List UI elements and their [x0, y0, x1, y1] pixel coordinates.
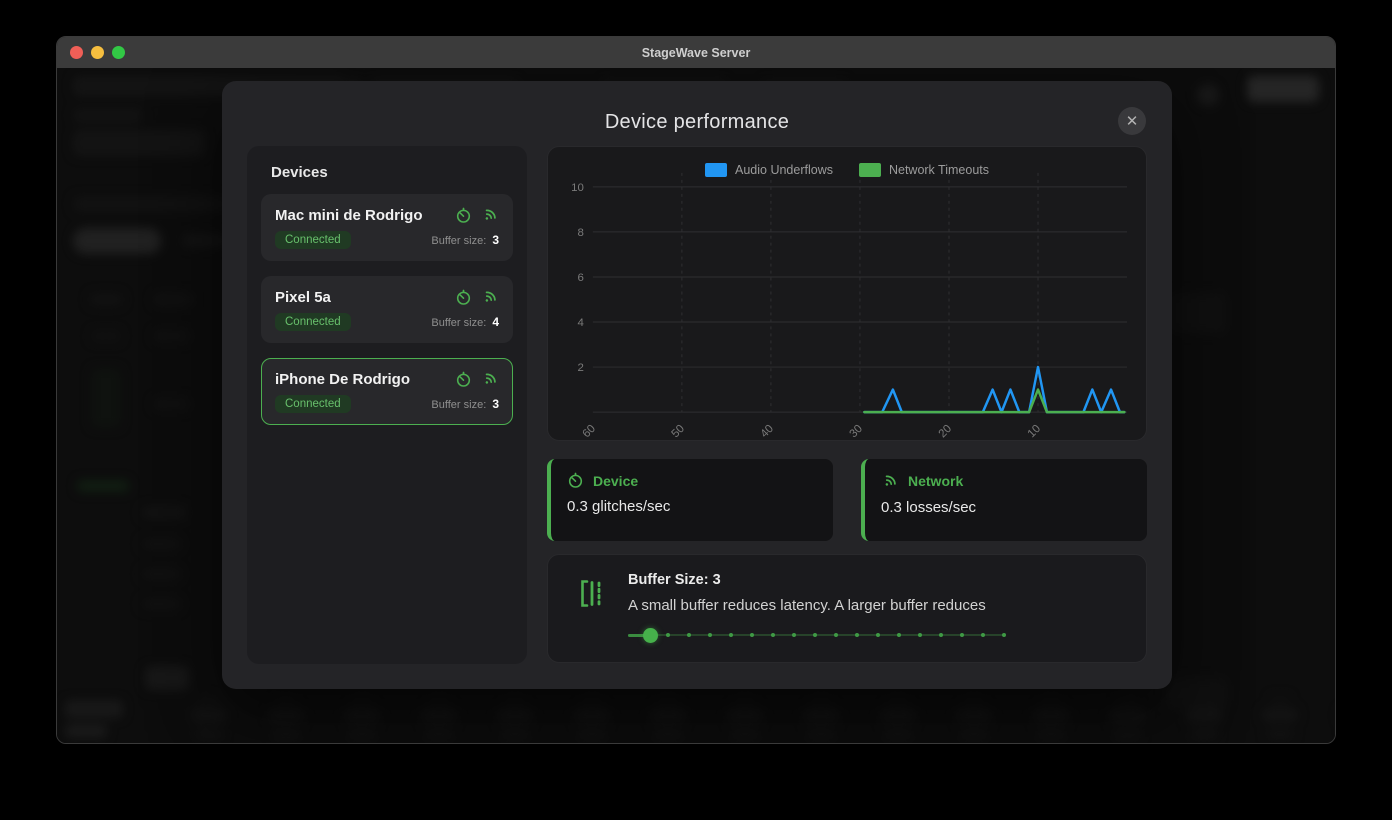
device-performance-modal: Device performance ✕ Devices Mac mini de… — [222, 81, 1172, 689]
traffic-lights — [70, 37, 125, 68]
slider-tick-dot[interactable] — [939, 633, 943, 637]
slider-tick-dot[interactable] — [876, 633, 880, 637]
buffer-size-value: 4 — [492, 315, 499, 329]
device-card[interactable]: Pixel 5a Connected Buffer size: 4 — [261, 276, 513, 343]
buffer-size-text: Buffer size: 3 — [431, 233, 499, 247]
legend-label: Network Timeouts — [889, 163, 989, 177]
device-stat-card: Device 0.3 glitches/sec — [547, 459, 833, 541]
buffer-size-slider[interactable] — [628, 627, 1004, 643]
buffer-size-text: Buffer size: 3 — [431, 397, 499, 411]
buffer-description: A small buffer reduces latency. A larger… — [628, 597, 1122, 614]
buffer-size-title: Buffer Size: 3 — [628, 572, 1122, 588]
app-content: Device performance ✕ Devices Mac mini de… — [57, 68, 1335, 744]
stat-label: Device — [593, 473, 638, 489]
device-icons — [455, 288, 499, 306]
buffer-size-label: Buffer size: — [431, 235, 489, 247]
stat-value: 0.3 glitches/sec — [567, 498, 817, 515]
app-window: StageWave Server Device performance ✕ De… — [56, 36, 1336, 744]
buffer-icon — [579, 578, 606, 609]
svg-text:4: 4 — [578, 317, 585, 329]
chart-legend: Audio Underflows Network Timeouts — [548, 163, 1146, 177]
slider-thumb[interactable] — [643, 628, 658, 643]
stat-label: Network — [908, 473, 963, 489]
buffer-content: Buffer Size: 3 A small buffer reduces la… — [628, 572, 1122, 643]
legend-swatch-blue — [705, 163, 727, 177]
status-badge: Connected — [275, 395, 351, 413]
device-name: Pixel 5a — [275, 289, 331, 306]
buffer-panel: Buffer Size: 3 A small buffer reduces la… — [547, 554, 1147, 663]
svg-text:10: 10 — [571, 182, 584, 194]
slider-tick-dot[interactable] — [1002, 633, 1006, 637]
timer-icon — [455, 371, 472, 388]
slider-tick-dot[interactable] — [750, 633, 754, 637]
close-icon[interactable]: ✕ — [1118, 107, 1146, 135]
slider-tick-dot[interactable] — [771, 633, 775, 637]
network-icon — [481, 288, 499, 306]
svg-text:40: 40 — [759, 423, 777, 441]
device-name: Mac mini de Rodrigo — [275, 207, 423, 224]
buffer-size-value: 3 — [492, 233, 499, 247]
close-window-button[interactable] — [70, 46, 83, 59]
network-icon — [881, 472, 899, 490]
device-icons — [455, 206, 499, 224]
slider-tick-dot[interactable] — [834, 633, 838, 637]
device-name: iPhone De Rodrigo — [275, 371, 410, 388]
network-icon — [481, 370, 499, 388]
devices-heading: Devices — [271, 164, 513, 181]
device-list: Mac mini de Rodrigo Connected Buff — [261, 194, 513, 425]
slider-tick-dot[interactable] — [855, 633, 859, 637]
slider-tick-dot[interactable] — [960, 633, 964, 637]
device-icons — [455, 370, 499, 388]
timer-icon — [455, 289, 472, 306]
svg-text:8: 8 — [578, 227, 584, 239]
slider-tick-dot[interactable] — [708, 633, 712, 637]
stat-value: 0.3 losses/sec — [881, 499, 1131, 516]
titlebar: StageWave Server — [57, 37, 1335, 68]
status-badge: Connected — [275, 313, 351, 331]
buffer-size-label: Buffer size: — [431, 317, 489, 329]
slider-tick-dot[interactable] — [813, 633, 817, 637]
performance-column: Audio Underflows Network Timeouts 2 4 6 8 10… — [547, 146, 1147, 663]
buffer-size-label: Buffer size: — [431, 399, 489, 411]
svg-text:60: 60 — [580, 423, 598, 441]
slider-tick-dot[interactable] — [729, 633, 733, 637]
minimize-window-button[interactable] — [91, 46, 104, 59]
network-icon — [481, 206, 499, 224]
legend-item-audio-underflows: Audio Underflows — [705, 163, 833, 177]
legend-label: Audio Underflows — [735, 163, 833, 177]
slider-tick-dot[interactable] — [918, 633, 922, 637]
svg-text:10: 10 — [1026, 423, 1044, 441]
legend-swatch-green — [859, 163, 881, 177]
svg-text:6: 6 — [578, 272, 584, 284]
buffer-size-value: 3 — [492, 397, 499, 411]
svg-text:20: 20 — [937, 423, 955, 441]
buffer-size-text: Buffer size: 4 — [431, 315, 499, 329]
zoom-window-button[interactable] — [112, 46, 125, 59]
svg-text:2: 2 — [578, 362, 584, 374]
performance-chart-panel: Audio Underflows Network Timeouts 2 4 6 8 10… — [547, 146, 1147, 441]
svg-text:50: 50 — [669, 423, 687, 441]
legend-item-network-timeouts: Network Timeouts — [859, 163, 989, 177]
device-card[interactable]: Mac mini de Rodrigo Connected Buff — [261, 194, 513, 261]
window-title: StageWave Server — [642, 46, 751, 60]
slider-tick-dot[interactable] — [792, 633, 796, 637]
svg-text:30: 30 — [848, 423, 866, 441]
stats-row: Device 0.3 glitches/sec — [547, 459, 1147, 541]
slider-tick-dot[interactable] — [666, 633, 670, 637]
devices-panel: Devices Mac mini de Rodrigo — [247, 146, 527, 664]
device-card[interactable]: iPhone De Rodrigo Connected Buffer — [261, 358, 513, 425]
slider-tick-dot[interactable] — [897, 633, 901, 637]
timer-icon — [455, 207, 472, 224]
slider-tick-dot[interactable] — [981, 633, 985, 637]
status-badge: Connected — [275, 231, 351, 249]
line-chart: 2 4 6 8 10 60 50 40 30 20 10 — [548, 147, 1146, 441]
timer-icon — [567, 472, 584, 489]
network-stat-card: Network 0.3 losses/sec — [861, 459, 1147, 541]
slider-tick-dot[interactable] — [687, 633, 691, 637]
modal-title: Device performance — [222, 111, 1172, 134]
